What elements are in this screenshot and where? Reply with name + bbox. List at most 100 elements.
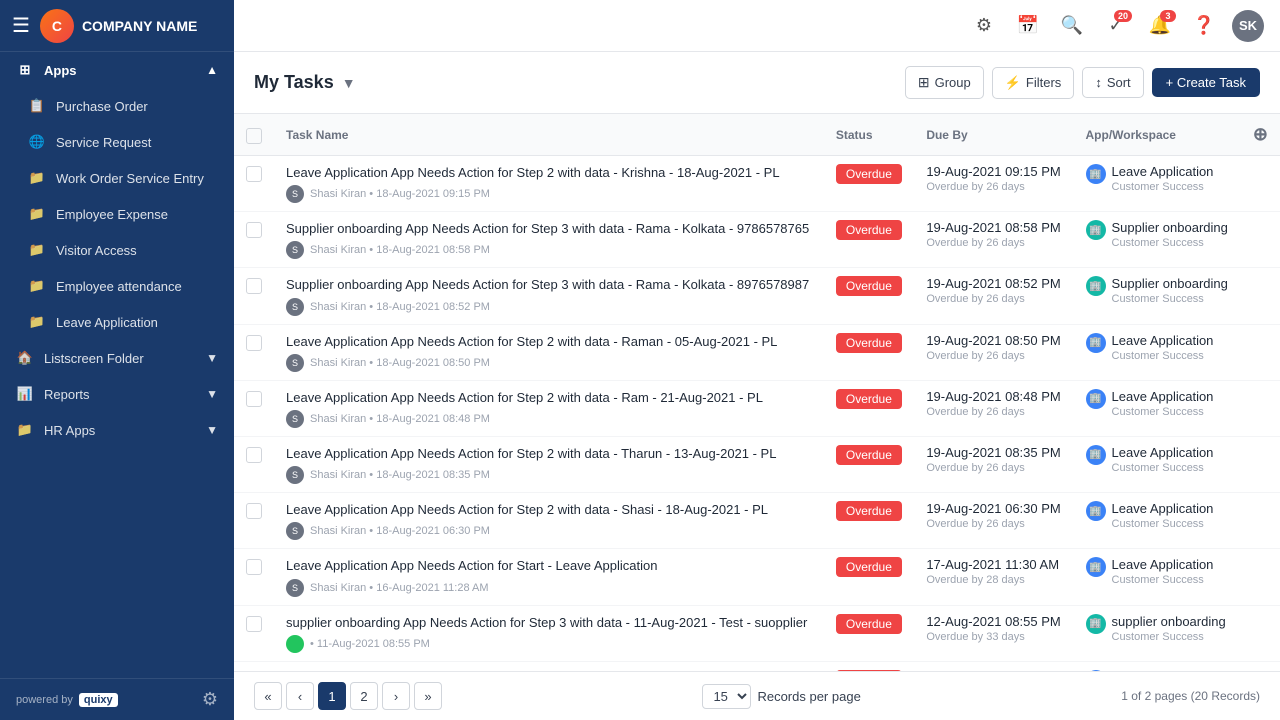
task-due-cell: 19-Aug-2021 08:35 PMOverdue by 26 days (914, 436, 1073, 492)
row-checkbox-cell (234, 549, 274, 605)
task-due-date: 12-Aug-2021 08:55 PM (926, 614, 1061, 629)
leave-application-icon: 📁 (28, 314, 46, 330)
row-checkbox[interactable] (246, 616, 262, 632)
tasks-table-container: Task Name Status Due By App/Workspace ⊕ … (234, 114, 1280, 671)
task-status-cell: Overdue (824, 493, 914, 549)
first-page-button[interactable]: « (254, 682, 282, 710)
table-row: Leave Application App Needs Action for S… (234, 324, 1280, 380)
add-col-header[interactable]: ⊕ (1241, 114, 1280, 156)
task-due-cell: 12-Aug-2021 08:55 PM Overdue by 33 days (914, 605, 1073, 661)
purchase-order-icon: 📋 (28, 98, 46, 114)
sidebar-item-leave-application-label: Leave Application (56, 315, 158, 330)
workspace-name: Customer Success (1112, 406, 1214, 418)
task-app-cell: 🏢Leave ApplicationCustomer Success (1074, 380, 1241, 436)
sidebar-item-employee-expense-label: Employee Expense (56, 207, 168, 222)
row-checkbox[interactable] (246, 503, 262, 519)
task-extra-cell (1241, 156, 1280, 212)
sidebar-item-work-order[interactable]: 📁 Work Order Service Entry (0, 160, 234, 196)
task-app-cell: 🏢Leave ApplicationCustomer Success (1074, 493, 1241, 549)
help-icon[interactable]: ❓ (1188, 10, 1220, 42)
status-badge: Overdue (836, 333, 902, 353)
sidebar-item-purchase-order[interactable]: 📋 Purchase Order (0, 88, 234, 124)
task-name-header: Task Name (274, 114, 824, 156)
row-checkbox[interactable] (246, 222, 262, 238)
sidebar-item-employee-expense[interactable]: 📁 Employee Expense (0, 196, 234, 232)
sidebar-item-reports[interactable]: 📊 Reports ▼ (0, 376, 234, 412)
last-page-button[interactable]: » (414, 682, 442, 710)
row-checkbox[interactable] (246, 278, 262, 294)
sidebar-item-listscreen-folder[interactable]: 🏠 Listscreen Folder ▼ (0, 340, 234, 376)
search-icon[interactable]: 🔍 (1056, 10, 1088, 42)
row-checkbox[interactable] (246, 391, 262, 407)
tasks-table: Task Name Status Due By App/Workspace ⊕ … (234, 114, 1280, 671)
row-checkbox[interactable] (246, 335, 262, 351)
status-badge: Overdue (836, 389, 902, 409)
filter-icon: ⚡ (1005, 75, 1021, 91)
task-name[interactable]: Supplier onboarding App Needs Action for… (286, 220, 812, 238)
sidebar-item-service-request[interactable]: 🌐 Service Request (0, 124, 234, 160)
row-checkbox[interactable] (246, 559, 262, 575)
sidebar-item-visitor-access[interactable]: 📁 Visitor Access (0, 232, 234, 268)
task-name-cell: Supplier onboarding App Needs Action for… (274, 268, 824, 324)
next-page-button[interactable]: › (382, 682, 410, 710)
task-name[interactable]: Leave Application App Needs Action for S… (286, 501, 812, 519)
task-name[interactable]: Leave Application App Needs Action for S… (286, 389, 812, 407)
task-due-cell: 12-Aug-2021 02:30 AMOverdue by 33 days (914, 661, 1073, 671)
status-header: Status (824, 114, 914, 156)
row-checkbox[interactable] (246, 166, 262, 182)
task-overdue-text: Overdue by 33 days (926, 631, 1061, 643)
app-icon: 🏢 (1086, 445, 1106, 465)
hr-apps-icon: 📁 (16, 422, 34, 438)
task-name[interactable]: Supplier onboarding App Needs Action for… (286, 276, 812, 294)
filters-button[interactable]: ⚡ Filters (992, 67, 1075, 99)
calendar-icon[interactable]: 📅 (1012, 10, 1044, 42)
page-1-button[interactable]: 1 (318, 682, 346, 710)
row-checkbox-cell (234, 493, 274, 549)
task-name-cell: Supplier onboarding App Needs Action for… (274, 212, 824, 268)
sort-button[interactable]: ↕ Sort (1082, 67, 1143, 98)
tasks-tbody: Leave Application App Needs Action for S… (234, 156, 1280, 672)
settings-topbar-icon[interactable]: ⚙ (968, 10, 1000, 42)
task-meta-text: Shasi Kiran • 18-Aug-2021 09:15 PM (310, 188, 490, 200)
task-name[interactable]: Leave Application App Needs Action for S… (286, 557, 812, 575)
task-meta-text: Shasi Kiran • 18-Aug-2021 06:30 PM (310, 525, 490, 537)
sidebar-item-apps[interactable]: ⊞ Apps ▲ (0, 52, 234, 88)
tasks-icon[interactable]: ✓ 20 (1100, 10, 1132, 42)
hamburger-icon[interactable]: ☰ (12, 13, 30, 38)
task-name[interactable]: Leave Application App Needs Action for S… (286, 333, 812, 351)
task-name[interactable]: Leave Application App Needs Action for S… (286, 445, 812, 463)
notifications-icon[interactable]: 🔔 3 (1144, 10, 1176, 42)
task-overdue-text: Overdue by 26 days (926, 293, 1061, 305)
select-all-header[interactable] (234, 114, 274, 156)
task-assignee-avatar (286, 635, 304, 653)
task-meta-text: Shasi Kiran • 18-Aug-2021 08:52 PM (310, 301, 490, 313)
due-by-header: Due By (914, 114, 1073, 156)
title-dropdown-icon[interactable]: ▼ (342, 75, 356, 91)
records-per-page-select[interactable]: 15 25 50 (702, 684, 751, 709)
task-due-date: 19-Aug-2021 06:30 PM (926, 501, 1061, 516)
task-extra-cell (1241, 380, 1280, 436)
task-assignee-avatar: S (286, 298, 304, 316)
avatar[interactable]: SK (1232, 10, 1264, 42)
add-column-icon[interactable]: ⊕ (1253, 124, 1268, 144)
header-actions: ⊞ Group ⚡ Filters ↕ Sort + Create Task (905, 66, 1260, 99)
task-name[interactable]: supplier onboarding App Needs Action for… (286, 614, 812, 632)
task-name-cell: Leave Application App Needs Action for S… (274, 493, 824, 549)
page-2-button[interactable]: 2 (350, 682, 378, 710)
sidebar-item-hr-apps[interactable]: 📁 HR Apps ▼ (0, 412, 234, 448)
group-button[interactable]: ⊞ Group (905, 66, 984, 99)
select-all-checkbox[interactable] (246, 128, 262, 144)
row-checkbox[interactable] (246, 447, 262, 463)
task-name[interactable]: Leave Application App Needs Action for S… (286, 164, 812, 182)
task-due-cell: 19-Aug-2021 06:30 PMOverdue by 26 days (914, 493, 1073, 549)
sidebar-item-employee-attendance[interactable]: 📁 Employee attendance (0, 268, 234, 304)
create-task-button[interactable]: + Create Task (1152, 68, 1260, 97)
task-extra-cell (1241, 605, 1280, 661)
sidebar-item-leave-application[interactable]: 📁 Leave Application (0, 304, 234, 340)
sort-icon: ↕ (1095, 75, 1102, 90)
task-extra-cell (1241, 549, 1280, 605)
settings-icon[interactable]: ⚙ (202, 689, 218, 710)
table-header: Task Name Status Due By App/Workspace ⊕ (234, 114, 1280, 156)
pagination-controls: « ‹ 1 2 › » (254, 682, 442, 710)
prev-page-button[interactable]: ‹ (286, 682, 314, 710)
